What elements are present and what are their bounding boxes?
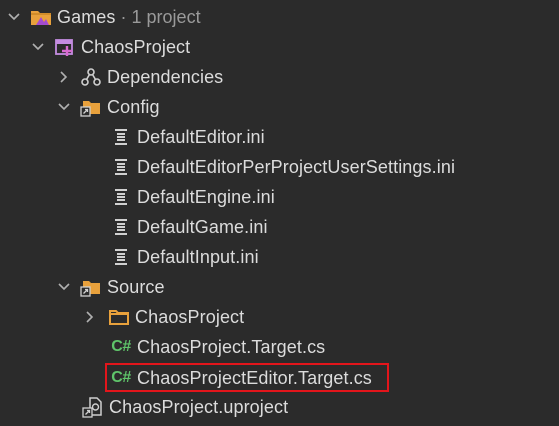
solution-explorer-tree: Games · 1 project ChaosProject Dependenc… (0, 0, 559, 426)
uproject-file-icon (82, 396, 104, 418)
chevron-down-icon[interactable] (28, 37, 48, 57)
ini-file-icon (110, 126, 132, 148)
file-item[interactable]: DefaultEditor.ini (110, 122, 265, 152)
file-item[interactable]: DefaultGame.ini (110, 212, 268, 242)
file-item[interactable]: DefaultInput.ini (110, 242, 259, 272)
tree-node-chaosproject[interactable]: ChaosProject (28, 32, 190, 62)
folder-link-icon (80, 276, 102, 298)
project-label: ChaosProject (81, 36, 191, 57)
file-item[interactable]: DefaultEditorPerProjectUserSettings.ini (110, 152, 455, 182)
project-icon (54, 36, 76, 58)
chevron-down-icon[interactable] (4, 7, 24, 27)
ini-file-icon (110, 156, 132, 178)
root-label: Games (57, 6, 116, 27)
chevron-right-icon[interactable] (54, 67, 74, 87)
file-label: DefaultEngine.ini (137, 186, 275, 207)
folder-link-icon (80, 96, 102, 118)
project-count: 1 project (131, 6, 201, 27)
file-label: DefaultEditor.ini (137, 126, 265, 147)
chevron-down-icon[interactable] (54, 277, 74, 297)
csharp-file-icon: C# (111, 338, 131, 355)
tree-node-config[interactable]: Config (54, 92, 160, 122)
tree-node-source-chaosproject[interactable]: ChaosProject (80, 302, 244, 332)
file-label: DefaultEditorPerProjectUserSettings.ini (137, 156, 456, 177)
source-label: Source (107, 276, 165, 297)
uproject-label: ChaosProject.uproject (109, 396, 289, 417)
ini-file-icon (110, 246, 132, 268)
file-label: ChaosProject.Target.cs (137, 336, 326, 357)
file-label: DefaultGame.ini (137, 216, 268, 237)
dependencies-icon (80, 66, 102, 88)
file-item[interactable]: DefaultEngine.ini (110, 182, 275, 212)
ini-file-icon (110, 186, 132, 208)
tree-node-dependencies[interactable]: Dependencies (54, 62, 223, 92)
ini-file-icon (110, 216, 132, 238)
root-separator: · (120, 6, 127, 27)
folder-icon (108, 306, 130, 328)
tree-node-games[interactable]: Games · 1 project (4, 2, 201, 32)
subfolder-label: ChaosProject (135, 306, 245, 327)
tree-node-source[interactable]: Source (54, 272, 165, 302)
chevron-down-icon[interactable] (54, 97, 74, 117)
dependencies-label: Dependencies (107, 66, 224, 87)
config-label: Config (107, 96, 160, 117)
file-label: DefaultInput.ini (137, 246, 259, 267)
chevron-right-icon[interactable] (80, 307, 100, 327)
file-item[interactable]: C# ChaosProject.Target.cs (110, 332, 325, 362)
highlight-box (105, 363, 389, 392)
tree-node-uproject[interactable]: ChaosProject.uproject (82, 392, 288, 422)
solution-folder-icon (30, 6, 52, 28)
